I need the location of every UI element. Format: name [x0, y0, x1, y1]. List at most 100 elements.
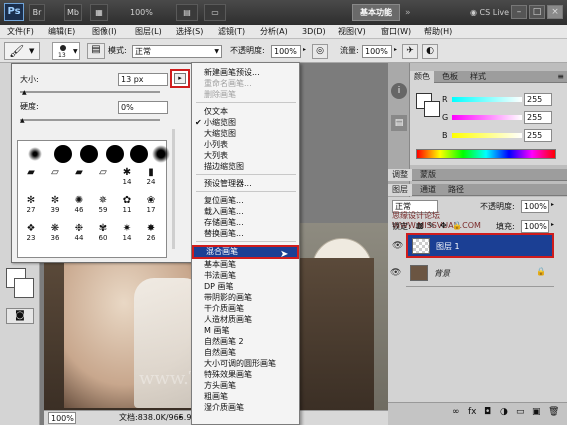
background-color-swatch[interactable]: [14, 278, 34, 298]
brush-preset-button[interactable]: 13 ▼: [52, 42, 80, 60]
flyout-menu-item[interactable]: 自然画笔: [192, 347, 299, 358]
brush-tip[interactable]: ❀ 17: [142, 195, 160, 219]
flyout-menu-item[interactable]: 存储画笔...: [192, 217, 299, 228]
lock-transparent-icon[interactable]: ▩: [416, 221, 424, 230]
hard-round-brush-icon[interactable]: [80, 145, 98, 163]
menu-filter[interactable]: 滤镜(T): [218, 26, 245, 38]
flyout-menu-item[interactable]: 混合画笔 ➤: [192, 245, 299, 260]
brush-tip[interactable]: ▱: [46, 167, 64, 191]
hardness-input[interactable]: 0%: [118, 101, 168, 114]
flyout-menu-item[interactable]: 人造材质画笔: [192, 314, 299, 325]
close-button[interactable]: ×: [547, 5, 563, 19]
flyout-menu-item[interactable]: 替换画笔...: [192, 228, 299, 239]
brush-tip[interactable]: ❖ 23: [22, 223, 40, 247]
brush-tip[interactable]: ✺ 46: [70, 195, 88, 219]
tab-swatches[interactable]: 色板: [438, 71, 462, 83]
flyout-menu-item[interactable]: 干介质画笔: [192, 303, 299, 314]
slider-thumb-icon[interactable]: ▲: [22, 89, 27, 96]
menu-3d[interactable]: 3D(D): [302, 26, 326, 38]
chevron-right-icon[interactable]: ▸: [551, 221, 554, 228]
flyout-menu-item[interactable]: 带阴影的画笔: [192, 292, 299, 303]
tab-styles[interactable]: 样式: [466, 71, 490, 83]
flow-input[interactable]: 100%: [362, 45, 392, 58]
flyout-menu-item[interactable]: 新建画笔预设...: [192, 67, 299, 78]
lock-position-icon[interactable]: ✥: [440, 221, 447, 230]
flyout-menu-item[interactable]: 湿介质画笔: [192, 402, 299, 413]
menu-window[interactable]: 窗口(W): [381, 26, 411, 38]
flyout-menu-item[interactable]: 方头画笔: [192, 380, 299, 391]
size-input[interactable]: 13 px: [118, 73, 168, 86]
r-slider[interactable]: [452, 97, 522, 102]
maximize-button[interactable]: □: [529, 5, 545, 19]
flyout-menu-item[interactable]: 载入画笔...: [192, 206, 299, 217]
picker-scrollbar[interactable]: [172, 129, 175, 249]
link-layers-icon[interactable]: ∞: [452, 407, 460, 417]
menu-select[interactable]: 选择(S): [176, 26, 203, 38]
brush-tip[interactable]: ▱: [94, 167, 112, 191]
g-slider[interactable]: [452, 115, 522, 120]
layer-row-background[interactable]: 👁 背景 🔒: [390, 262, 554, 287]
new-layer-icon[interactable]: ▣: [532, 407, 541, 417]
flyout-menu-item[interactable]: M 画笔: [192, 325, 299, 336]
history-icon[interactable]: ▤: [391, 115, 407, 131]
brush-tip[interactable]: ▰: [70, 167, 88, 191]
hard-round-brush-icon[interactable]: [54, 145, 72, 163]
info-icon[interactable]: i: [391, 83, 407, 99]
flyout-menu-item[interactable]: 小列表: [192, 139, 299, 150]
brush-tip[interactable]: ▮ 24: [142, 167, 160, 191]
mode-select[interactable]: 正常 ▼: [132, 45, 222, 58]
lock-all-icon[interactable]: 🔒: [452, 221, 462, 230]
brush-tip[interactable]: ✻ 27: [22, 195, 40, 219]
flyout-menu-item[interactable]: 大小可调的圆形画笔: [192, 358, 299, 369]
adjustment-layer-icon[interactable]: ◑: [500, 407, 508, 417]
menu-analysis[interactable]: 分析(A): [260, 26, 288, 38]
flyout-menu-item[interactable]: 书法画笔: [192, 270, 299, 281]
grid-view-icon[interactable]: ▦: [90, 4, 108, 21]
flyout-menu-item[interactable]: 描边缩览图: [192, 161, 299, 172]
opacity-input[interactable]: 100%: [271, 45, 301, 58]
zoom-level[interactable]: 100%: [130, 8, 153, 17]
r-input[interactable]: 255: [524, 93, 552, 106]
brush-tip[interactable]: ▰: [22, 167, 40, 191]
brush-tip[interactable]: ✷ 14: [118, 223, 136, 247]
tool-preset-picker[interactable]: 🖌 ▼: [4, 42, 40, 60]
brush-tip[interactable]: ✼ 39: [46, 195, 64, 219]
hard-round-brush-icon[interactable]: [106, 145, 124, 163]
soft-round-brush-icon[interactable]: [28, 147, 42, 161]
flyout-menu-item[interactable]: DP 画笔: [192, 281, 299, 292]
fill-input[interactable]: 100%: [521, 220, 549, 233]
b-slider[interactable]: [452, 133, 522, 138]
tab-layers[interactable]: 图层: [388, 184, 412, 196]
chevron-right-icon[interactable]: ▸: [394, 46, 397, 53]
menu-image[interactable]: 图像(I): [92, 26, 117, 38]
brush-tip[interactable]: ✱ 14: [118, 167, 136, 191]
layer-row-1[interactable]: 👁 图层 1: [392, 233, 554, 258]
hardness-slider[interactable]: [20, 119, 160, 121]
chevron-right-icon[interactable]: ▸: [551, 201, 554, 208]
panel-menu-icon[interactable]: ≡: [557, 72, 564, 81]
flyout-menu-item[interactable]: 复位画笔...: [192, 195, 299, 206]
flyout-menu-item[interactable]: 仅文本: [192, 106, 299, 117]
visibility-eye-icon[interactable]: 👁: [390, 268, 401, 278]
pressure-size-icon[interactable]: ◐: [422, 44, 438, 59]
menu-help[interactable]: 帮助(H): [424, 26, 452, 38]
trash-icon[interactable]: 🗑: [548, 407, 559, 417]
slider-thumb-icon[interactable]: ▲: [20, 117, 25, 124]
lock-pixels-icon[interactable]: ✎: [428, 221, 435, 230]
brush-tip[interactable]: ❉ 44: [70, 223, 88, 247]
workspace-button[interactable]: 基本功能: [352, 4, 400, 21]
g-input[interactable]: 255: [524, 111, 552, 124]
tab-masks[interactable]: 蒙版: [416, 169, 440, 181]
flyout-menu-item[interactable]: 粗画笔: [192, 391, 299, 402]
background-color-swatch[interactable]: [424, 101, 440, 117]
layer-opacity-input[interactable]: 100%: [521, 200, 549, 213]
flyout-menu-item[interactable]: 基本画笔: [192, 259, 299, 270]
new-group-icon[interactable]: ▭: [516, 407, 525, 417]
flyout-menu-item[interactable]: 大列表: [192, 150, 299, 161]
hard-round-brush-icon[interactable]: [130, 145, 148, 163]
brush-tip[interactable]: ✿ 11: [118, 195, 136, 219]
minimize-button[interactable]: –: [511, 5, 527, 19]
tab-channels[interactable]: 通道: [416, 184, 440, 196]
tab-adjustments[interactable]: 调整: [388, 169, 412, 181]
workspace-expand-icon[interactable]: »: [405, 8, 411, 18]
